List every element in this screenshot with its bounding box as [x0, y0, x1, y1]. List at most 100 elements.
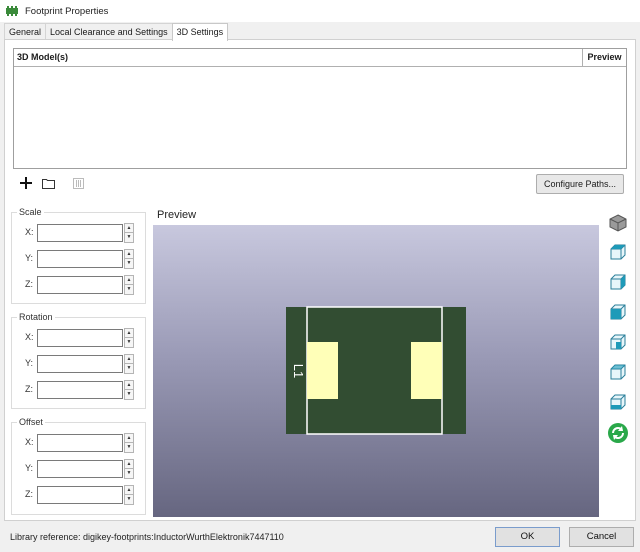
add-model-button[interactable] [18, 175, 34, 191]
scale-z-row: Z: ▲ ▼ [12, 275, 147, 295]
spin-down-icon[interactable]: ▼ [124, 443, 134, 453]
scale-z-input[interactable] [37, 276, 123, 294]
configure-paths-button[interactable]: Configure Paths... [536, 174, 624, 194]
rotation-x-input[interactable] [37, 329, 123, 347]
offset-z-label: Z: [25, 489, 33, 499]
scale-x-row: X: ▲ ▼ [12, 223, 147, 243]
footprint-icon [6, 6, 18, 16]
view-top-icon [610, 244, 626, 260]
rotation-x-spinner[interactable]: ▲ ▼ [124, 328, 134, 348]
view-bottom-icon [610, 274, 626, 290]
offset-title: Offset [17, 417, 45, 427]
offset-y-row: Y: ▲ ▼ [12, 459, 147, 479]
tab-local-clearance[interactable]: Local Clearance and Settings [45, 23, 173, 40]
reload-icon [608, 423, 628, 443]
offset-x-row: X: ▲ ▼ [12, 433, 147, 453]
footprint-render: L1 [286, 306, 466, 435]
ok-button[interactable]: OK [495, 527, 560, 547]
column-header-preview[interactable]: Preview [583, 49, 626, 66]
offset-y-label: Y: [25, 463, 34, 473]
spin-down-icon[interactable]: ▼ [124, 469, 134, 479]
pad-2 [411, 342, 442, 399]
trash-icon [72, 178, 84, 189]
scale-x-label: X: [25, 227, 34, 237]
spin-down-icon[interactable]: ▼ [124, 495, 134, 505]
reference-designator: L1 [291, 364, 306, 378]
spin-down-icon[interactable]: ▼ [124, 338, 134, 348]
offset-z-input[interactable] [37, 486, 123, 504]
spin-down-icon[interactable]: ▼ [124, 390, 134, 400]
spin-up-icon[interactable]: ▲ [124, 328, 134, 338]
view-bottom-button[interactable] [607, 272, 629, 294]
view-left-button[interactable] [607, 332, 629, 354]
models-table-header: 3D Model(s) Preview [14, 49, 626, 67]
window-title: Footprint Properties [25, 5, 109, 17]
offset-z-spinner[interactable]: ▲ ▼ [124, 485, 134, 505]
scale-z-spinner[interactable]: ▲ ▼ [124, 275, 134, 295]
folder-icon [41, 178, 55, 189]
rotation-y-row: Y: ▲ ▼ [12, 354, 147, 374]
plus-icon [20, 177, 32, 189]
spin-down-icon[interactable]: ▼ [124, 285, 134, 295]
spin-down-icon[interactable]: ▼ [124, 233, 134, 243]
tab-3d-settings[interactable]: 3D Settings [171, 23, 229, 41]
scale-group: Scale X: ▲ ▼ Y: ▲ ▼ Z: ▲ ▼ [11, 207, 147, 304]
view-back-button[interactable] [607, 392, 629, 414]
scale-y-spinner[interactable]: ▲ ▼ [124, 249, 134, 269]
view-3d-iso-icon [609, 214, 627, 232]
view-back-icon [610, 394, 626, 410]
scale-x-input[interactable] [37, 224, 123, 242]
delete-model-button[interactable] [70, 175, 86, 191]
browse-model-button[interactable] [40, 175, 56, 191]
models-table[interactable]: 3D Model(s) Preview [13, 48, 627, 169]
rotation-z-row: Z: ▲ ▼ [12, 380, 147, 400]
rotation-x-row: X: ▲ ▼ [12, 328, 147, 348]
spin-up-icon[interactable]: ▲ [124, 380, 134, 390]
tab-bar: General Local Clearance and Settings 3D … [4, 23, 229, 41]
reload-button[interactable] [607, 422, 629, 444]
rotation-group: Rotation X: ▲ ▼ Y: ▲ ▼ Z: ▲ ▼ [11, 312, 147, 409]
offset-x-input[interactable] [37, 434, 123, 452]
rotation-y-spinner[interactable]: ▲ ▼ [124, 354, 134, 374]
pad-1 [307, 342, 338, 399]
offset-x-label: X: [25, 437, 34, 447]
tab-general[interactable]: General [4, 23, 47, 40]
view-front-button[interactable] [607, 362, 629, 384]
view-top-button[interactable] [607, 242, 629, 264]
preview-label: Preview [157, 209, 197, 221]
spin-down-icon[interactable]: ▼ [124, 259, 134, 269]
scale-y-label: Y: [25, 253, 34, 263]
spin-up-icon[interactable]: ▲ [124, 459, 134, 469]
spin-down-icon[interactable]: ▼ [124, 364, 134, 374]
rotation-title: Rotation [17, 312, 55, 322]
spin-up-icon[interactable]: ▲ [124, 433, 134, 443]
offset-y-input[interactable] [37, 460, 123, 478]
scale-y-row: Y: ▲ ▼ [12, 249, 147, 269]
spin-up-icon[interactable]: ▲ [124, 275, 134, 285]
view-left-icon [610, 334, 626, 350]
view-3d-iso-button[interactable] [607, 212, 629, 234]
rotation-y-input[interactable] [37, 355, 123, 373]
library-reference: Library reference: digikey-footprints:In… [10, 532, 284, 542]
rotation-y-label: Y: [25, 358, 34, 368]
scale-y-input[interactable] [37, 250, 123, 268]
rotation-z-label: Z: [25, 384, 33, 394]
spin-up-icon[interactable]: ▲ [124, 249, 134, 259]
view-right-button[interactable] [607, 302, 629, 324]
3d-preview-canvas[interactable]: L1 [153, 225, 599, 517]
scale-z-label: Z: [25, 279, 33, 289]
rotation-z-spinner[interactable]: ▲ ▼ [124, 380, 134, 400]
rotation-z-input[interactable] [37, 381, 123, 399]
spin-up-icon[interactable]: ▲ [124, 223, 134, 233]
offset-y-spinner[interactable]: ▲ ▼ [124, 459, 134, 479]
spin-up-icon[interactable]: ▲ [124, 354, 134, 364]
view-front-icon [610, 364, 626, 380]
3d-settings-panel: 3D Model(s) Preview Configure Paths... S… [4, 39, 636, 521]
view-right-icon [610, 304, 626, 320]
spin-up-icon[interactable]: ▲ [124, 485, 134, 495]
offset-x-spinner[interactable]: ▲ ▼ [124, 433, 134, 453]
scale-x-spinner[interactable]: ▲ ▼ [124, 223, 134, 243]
scale-title: Scale [17, 207, 44, 217]
column-header-3d-models[interactable]: 3D Model(s) [14, 49, 583, 66]
cancel-button[interactable]: Cancel [569, 527, 634, 547]
